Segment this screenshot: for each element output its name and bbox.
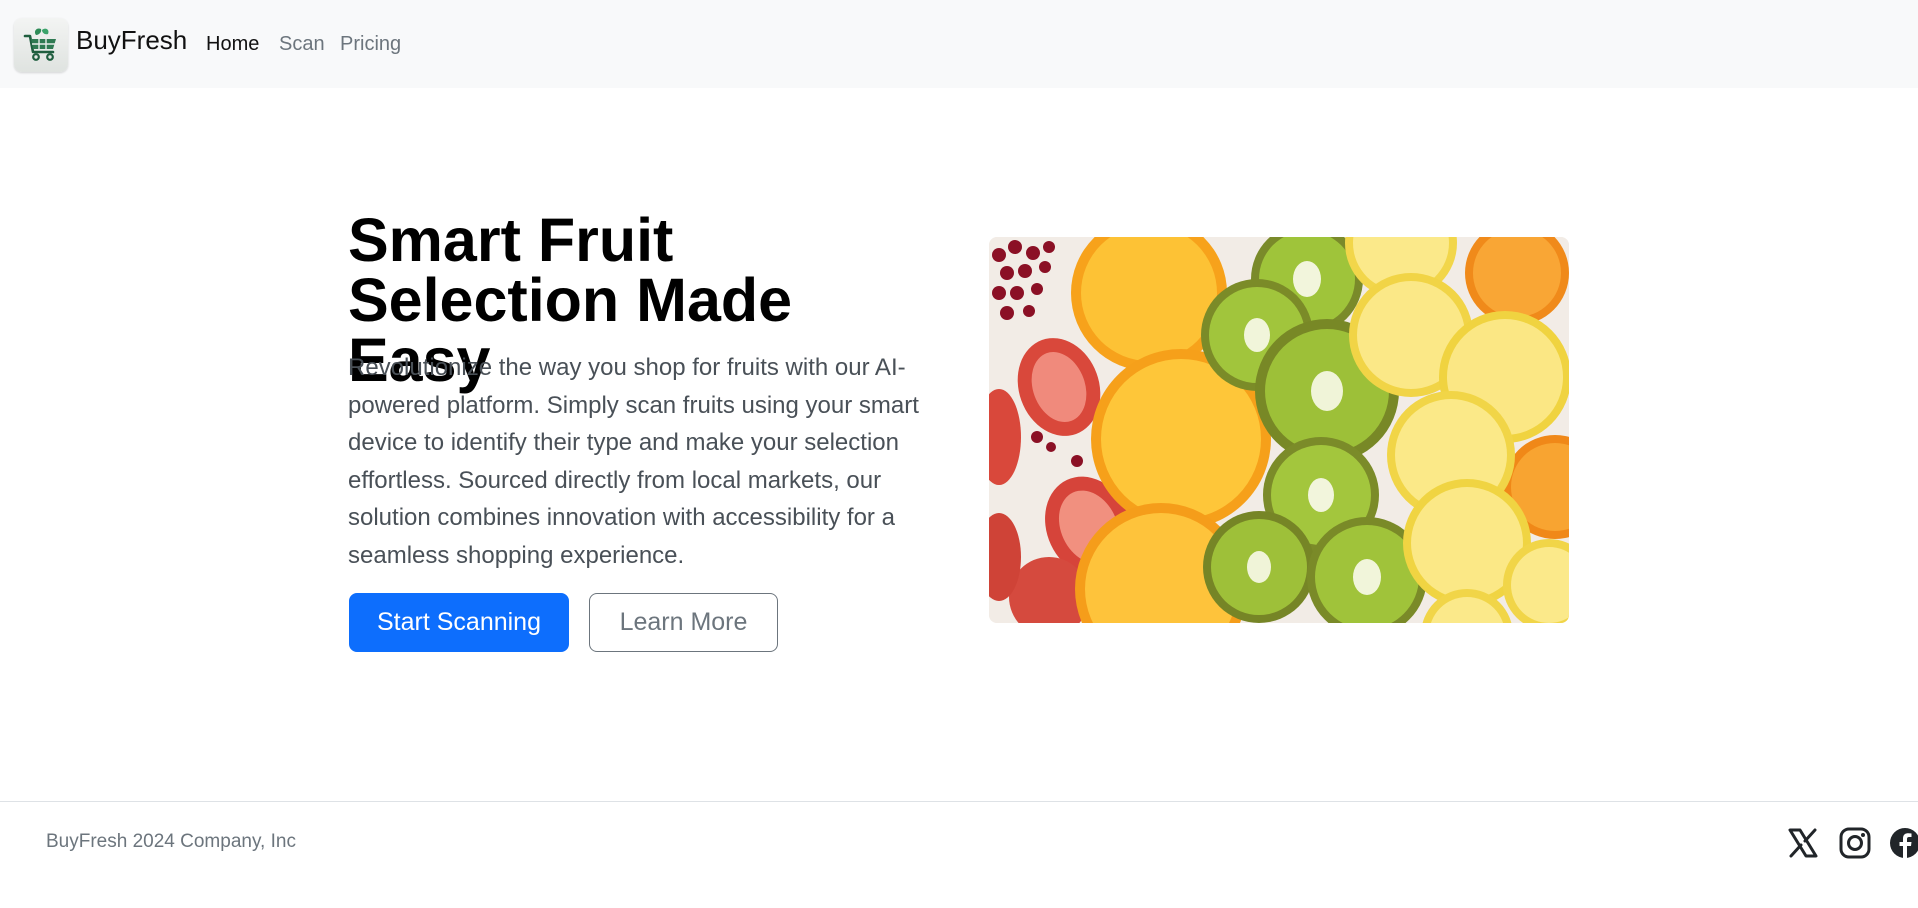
- top-navbar: BuyFresh Home Scan Pricing: [0, 0, 1918, 88]
- brand-logo[interactable]: [14, 18, 68, 72]
- instagram-icon[interactable]: [1838, 826, 1872, 860]
- learn-more-button[interactable]: Learn More: [589, 593, 778, 652]
- facebook-icon[interactable]: [1888, 826, 1918, 860]
- shopping-cart-with-leaf-icon: [23, 28, 56, 61]
- nav-link-scan[interactable]: Scan: [279, 31, 325, 57]
- nav-link-home[interactable]: Home: [206, 31, 259, 57]
- hero-description: Revolutionize the way you shop for fruit…: [348, 354, 919, 569]
- hero-fruit-image: [989, 237, 1569, 623]
- citrus-kiwi-strawberry-slices-photo: [989, 237, 1569, 623]
- brand-name[interactable]: BuyFresh: [76, 24, 187, 56]
- start-scanning-button[interactable]: Start Scanning: [349, 593, 569, 652]
- nav-link-pricing[interactable]: Pricing: [340, 31, 401, 57]
- footer-copyright: BuyFresh 2024 Company, Inc: [46, 831, 296, 852]
- x-icon[interactable]: [1786, 826, 1820, 860]
- hero-title-line-1: Smart Fruit: [348, 206, 674, 274]
- page-footer: BuyFresh 2024 Company, Inc: [0, 801, 1918, 908]
